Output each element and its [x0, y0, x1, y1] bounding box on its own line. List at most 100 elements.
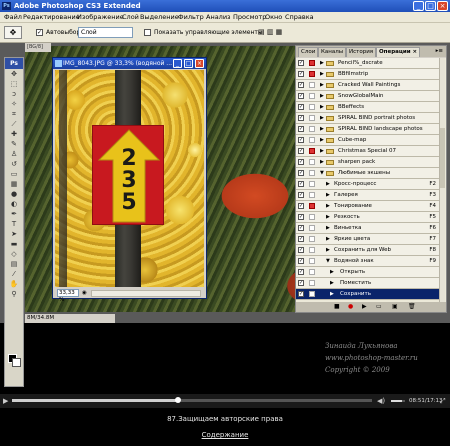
healing-tool-icon[interactable]: ✚ — [5, 129, 23, 139]
panel-menu-icon[interactable]: ▸≡ — [436, 46, 443, 57]
contents-link[interactable]: Содержание — [0, 430, 450, 440]
stop-icon[interactable]: ■ — [334, 302, 340, 312]
toggle-dialog-checkbox[interactable] — [309, 291, 315, 297]
toggle-item-checkbox[interactable]: ✓ — [298, 203, 304, 209]
toggle-item-checkbox[interactable]: ✓ — [298, 280, 304, 286]
document-window[interactable]: IMG_8043.JPG @ 33,3% (водяной ... _ □ × … — [52, 57, 207, 303]
action-step-row[interactable]: ✓ ▶ Поместить — [296, 278, 439, 289]
toggle-item-checkbox[interactable]: ✓ — [298, 236, 304, 242]
toggle-dialog-checkbox[interactable] — [309, 93, 315, 99]
toggle-dialog-checkbox[interactable] — [309, 236, 315, 242]
toggle-dialog-checkbox[interactable] — [309, 247, 315, 253]
lasso-tool-icon[interactable]: ↄ — [5, 89, 23, 99]
expand-arrow-icon[interactable]: ▶ — [326, 245, 330, 256]
collapse-arrow-icon[interactable]: ▼ — [320, 168, 324, 179]
maximize-button[interactable]: □ — [425, 1, 436, 11]
toggle-item-checkbox[interactable]: ✓ — [298, 93, 304, 99]
scroll-thumb[interactable] — [440, 128, 445, 188]
action-set-row[interactable]: ✓ ▶ Cube-map — [296, 135, 439, 146]
action-set-row[interactable]: ✓ ▶ Cracked Wall Paintings — [296, 80, 439, 91]
menu-window[interactable]: Окно — [265, 12, 282, 23]
action-set-row[interactable]: ✓ ▼ Любимые экшены — [296, 168, 439, 179]
show-transform-checkbox[interactable] — [144, 29, 151, 36]
toggle-item-checkbox[interactable]: ✓ — [298, 115, 304, 121]
toggle-dialog-checkbox[interactable] — [309, 225, 315, 231]
expand-arrow-icon[interactable]: ▶ — [326, 223, 330, 234]
toggle-item-checkbox[interactable]: ✓ — [298, 159, 304, 165]
toggle-item-checkbox[interactable]: ✓ — [298, 214, 304, 220]
crop-tool-icon[interactable]: ⌗ — [5, 109, 23, 119]
slice-tool-icon[interactable]: ⟋ — [5, 119, 23, 129]
toggle-dialog-checkbox[interactable] — [309, 148, 315, 154]
toggle-item-checkbox[interactable]: ✓ — [298, 170, 304, 176]
expand-arrow-icon[interactable]: ▶ — [326, 201, 330, 212]
action-row[interactable]: ✓ ▼ Водяной знак F9 — [296, 256, 439, 267]
action-set-row[interactable]: ✓ ▶ Pencil%_dscrate — [296, 58, 439, 69]
toggle-item-checkbox[interactable]: ✓ — [298, 181, 304, 187]
toggle-item-checkbox[interactable]: ✓ — [298, 71, 304, 77]
menu-help[interactable]: Справка — [285, 12, 314, 23]
doc-minimize-button[interactable]: _ — [173, 59, 182, 68]
seek-bar[interactable] — [12, 397, 372, 403]
toggle-item-checkbox[interactable]: ✓ — [298, 82, 304, 88]
seek-handle[interactable] — [174, 397, 181, 403]
action-set-row[interactable]: ✓ ▶ Christmas Special 07 — [296, 146, 439, 157]
document-canvas[interactable]: 2 3 5 — [55, 70, 204, 287]
eraser-tool-icon[interactable]: ▭ — [5, 169, 23, 179]
action-step-row[interactable]: ✓ ▶ Открыть — [296, 267, 439, 278]
blur-tool-icon[interactable]: ● — [5, 189, 23, 199]
horizontal-scrollbar[interactable] — [91, 290, 201, 297]
toggle-dialog-checkbox[interactable] — [309, 203, 315, 209]
new-set-icon[interactable]: ▭ — [376, 302, 382, 312]
magic-wand-icon[interactable]: ✧ — [5, 99, 23, 109]
action-set-row[interactable]: ✓ ▶ SPIRAL BIND landscape photos — [296, 124, 439, 135]
expand-arrow-icon[interactable]: ▶ — [320, 102, 324, 113]
zoom-field[interactable]: 33,33 % — [57, 289, 79, 303]
play-button[interactable]: ▶ — [3, 396, 8, 406]
hand-tool-icon[interactable]: ✋ — [5, 279, 23, 289]
action-set-row[interactable]: ✓ ▶ BBeffects — [296, 102, 439, 113]
tab-actions[interactable]: Операции × — [376, 47, 421, 57]
action-set-row[interactable]: ✓ ▶ SnowGlobalMain — [296, 91, 439, 102]
play-icon[interactable]: ▶ — [362, 302, 367, 312]
toggle-dialog-checkbox[interactable] — [309, 192, 315, 198]
toggle-dialog-checkbox[interactable] — [309, 159, 315, 165]
toggle-dialog-checkbox[interactable] — [309, 170, 315, 176]
toggle-item-checkbox[interactable]: ✓ — [298, 258, 304, 264]
action-row[interactable]: ✓ ▶ Яркие цвета F7 — [296, 234, 439, 245]
status-arrow-icon[interactable]: ◉ — [82, 288, 87, 298]
autoselect-dropdown[interactable]: Слой — [78, 27, 133, 38]
volume-icon[interactable]: ◀) — [377, 396, 385, 406]
autoselect-checkbox[interactable]: ✓ — [36, 29, 43, 36]
menu-select[interactable]: Выделение — [140, 12, 179, 23]
align-icons[interactable]: ▤ ▥ ▦ — [258, 28, 282, 37]
history-brush-icon[interactable]: ↺ — [5, 159, 23, 169]
action-row[interactable]: ✓ ▶ Кросс-процесс F2 — [296, 179, 439, 190]
menu-file[interactable]: Файл — [4, 12, 22, 23]
toggle-item-checkbox[interactable]: ✓ — [298, 192, 304, 198]
expand-arrow-icon[interactable]: ▶ — [326, 234, 330, 245]
expand-arrow-icon[interactable]: ▶ — [320, 69, 324, 80]
notes-tool-icon[interactable]: ▤ — [5, 259, 23, 269]
dodge-tool-icon[interactable]: ◐ — [5, 199, 23, 209]
pen-tool-icon[interactable]: ✒ — [5, 209, 23, 219]
toggle-item-checkbox[interactable]: ✓ — [298, 60, 304, 66]
action-row[interactable]: ✓ ▶ Тонирование F4 — [296, 201, 439, 212]
expand-arrow-icon[interactable]: ▶ — [320, 146, 324, 157]
zoom-tool-icon[interactable]: ⚲ — [5, 289, 23, 299]
volume-slider[interactable] — [391, 400, 405, 402]
move-tool-icon[interactable]: ✥ — [5, 69, 23, 79]
stamp-tool-icon[interactable]: ♙ — [5, 149, 23, 159]
background-color-swatch[interactable] — [12, 358, 21, 367]
fullscreen-icon[interactable]: ⤢ — [440, 396, 446, 406]
trash-icon[interactable]: 🗑 — [408, 302, 416, 312]
collapse-arrow-icon[interactable]: ▼ — [326, 256, 330, 267]
tab-history[interactable]: История — [346, 47, 377, 57]
background-doc-tab[interactable]: [BG/8] — [25, 43, 51, 52]
3d-tool-icon[interactable]: ◇ — [5, 249, 23, 259]
menu-layer[interactable]: Слой — [122, 12, 139, 23]
toggle-dialog-checkbox[interactable] — [309, 280, 315, 286]
record-icon[interactable]: ● — [348, 302, 353, 312]
toggle-dialog-checkbox[interactable] — [309, 60, 315, 66]
action-set-row[interactable]: ✓ ▶ BBfilmstrip — [296, 69, 439, 80]
